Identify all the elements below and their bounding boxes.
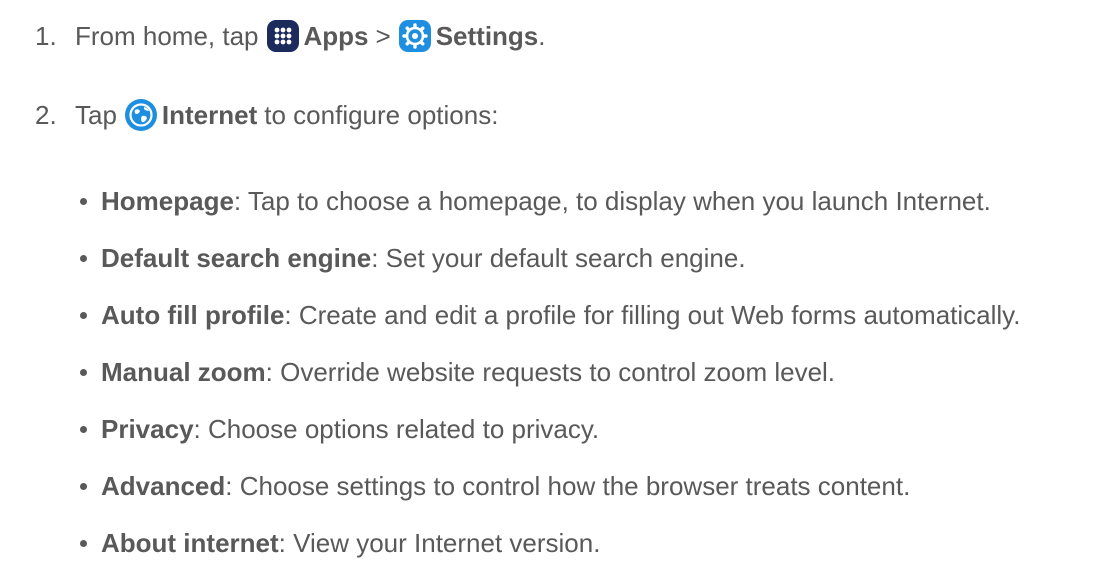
- bullet: [80, 425, 87, 433]
- option-description: : Choose settings to control how the bro…: [225, 471, 911, 501]
- apps-grid-icon: [266, 19, 300, 53]
- list-item: Privacy: Choose options related to priva…: [80, 409, 1020, 449]
- option-term: Manual zoom: [101, 357, 266, 387]
- instructions-document: 1. From home, tap Apps > Settings . 2. T…: [0, 0, 1106, 558]
- internet-options-list: Homepage: Tap to choose a homepage, to d…: [80, 181, 1020, 580]
- option-description: : Create and edit a profile for filling …: [284, 300, 1021, 330]
- bullet: [80, 539, 87, 547]
- list-item: Homepage: Tap to choose a homepage, to d…: [80, 181, 1020, 221]
- option-term: Auto fill profile: [101, 300, 285, 330]
- step-number: 1.: [35, 20, 57, 51]
- internet-globe-icon: [124, 98, 158, 132]
- step-end: .: [538, 20, 546, 51]
- apps-label: Apps: [303, 20, 369, 51]
- list-item: Manual zoom: Override website requests t…: [80, 352, 1020, 392]
- option-term: Advanced: [101, 471, 226, 501]
- bullet: [80, 254, 87, 262]
- list-item: Advanced: Choose settings to control how…: [80, 466, 1020, 506]
- bullet: [80, 311, 87, 319]
- list-item: Default search engine: Set your default …: [80, 238, 1020, 278]
- bullet: [80, 368, 87, 376]
- step-1: 1. From home, tap Apps > Settings .: [35, 16, 546, 56]
- option-description: : Override website requests to control z…: [265, 357, 836, 387]
- option-description: : Tap to choose a homepage, to display w…: [233, 186, 991, 216]
- option-description: : View your Internet version.: [278, 528, 601, 558]
- settings-gear-icon: [398, 19, 432, 53]
- step-number: 2.: [35, 99, 57, 130]
- list-item: About internet: View your Internet versi…: [80, 523, 1020, 563]
- bullet: [80, 197, 87, 205]
- option-term: Default search engine: [101, 243, 372, 273]
- settings-label: Settings: [435, 20, 539, 51]
- list-item: Auto fill profile: Create and edit a pro…: [80, 295, 1020, 335]
- bullet: [80, 482, 87, 490]
- option-term: About internet: [101, 528, 279, 558]
- option-description: : Choose options related to privacy.: [193, 414, 600, 444]
- option-term: Homepage: [101, 186, 234, 216]
- option-description: : Set your default search engine.: [371, 243, 746, 273]
- separator: >: [375, 20, 391, 51]
- step-text: Tap: [75, 99, 117, 130]
- internet-label: Internet: [161, 99, 258, 130]
- step-2: 2. Tap Internet to configure options:: [35, 95, 498, 135]
- step-text: From home, tap: [75, 20, 259, 51]
- step-text-after: to configure options:: [264, 99, 499, 130]
- option-term: Privacy: [101, 414, 194, 444]
